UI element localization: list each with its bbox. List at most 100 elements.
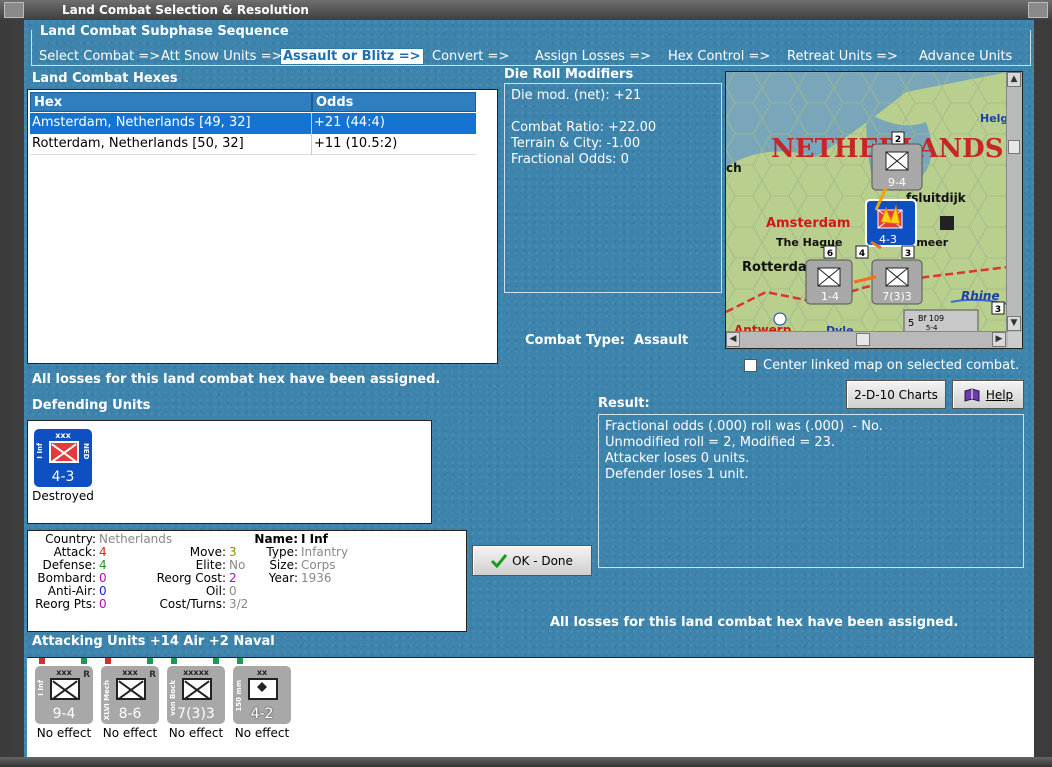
- map-horizontal-scroll-thumb[interactable]: [856, 333, 870, 346]
- map-unit-right-strength: 7(3)3: [882, 290, 912, 303]
- map-vertical-scrollbar[interactable]: ▲ ▼: [1006, 72, 1022, 332]
- losses-assigned-message-bottom: All losses for this land combat hex have…: [550, 615, 959, 630]
- attacking-units-panel: xxx I Inf R 9-4 No effect xxx XLVI Mech …: [27, 657, 1034, 757]
- map-horizontal-scrollbar[interactable]: ◀ ▶: [726, 331, 1008, 348]
- map-view[interactable]: NETHERLANDS Amsterdam The Hague Rotterda…: [726, 72, 1008, 332]
- scroll-left-icon[interactable]: ◀: [726, 332, 740, 347]
- defending-unit[interactable]: xxx I Inf NED 4-3 Destroyed: [32, 429, 94, 503]
- unit-status-led: [213, 658, 219, 664]
- map-terrain: NETHERLANDS Amsterdam The Hague Rotterda…: [726, 72, 1008, 332]
- charts-button-label: 2-D-10 Charts: [854, 387, 938, 402]
- map-unit-right-stack: 4: [859, 249, 865, 259]
- window-menu-button[interactable]: [4, 2, 24, 18]
- result-line: Unmodified roll = 2, Modified = 23.: [605, 435, 836, 450]
- attack-value: 4: [99, 545, 107, 559]
- unit-strength: 4-3: [51, 469, 75, 485]
- result-line: Fractional odds (.000) roll was (.000) -…: [605, 419, 883, 434]
- attacking-unit[interactable]: xxx XLVI Mech R 8-6 No effect: [99, 658, 161, 740]
- losses-assigned-message: All losses for this land combat hex have…: [32, 372, 441, 387]
- unit-tag: R: [83, 670, 90, 680]
- attacking-unit[interactable]: xxx I Inf R 9-4 No effect: [33, 658, 95, 740]
- defense-value: 4: [99, 558, 107, 572]
- center-map-checkbox[interactable]: [744, 359, 757, 372]
- infantry-symbol-icon: [49, 441, 79, 463]
- unit-size: xxx: [55, 431, 71, 440]
- step-att-snow-units[interactable]: Att Snow Units =>: [161, 49, 282, 64]
- hex-cell: Rotterdam, Netherlands [50, 32]: [30, 134, 312, 155]
- charts-button[interactable]: 2-D-10 Charts: [846, 380, 946, 409]
- unit-status: No effect: [36, 726, 92, 740]
- die-roll-modifiers-title: Die Roll Modifiers: [504, 67, 634, 82]
- step-select-combat[interactable]: Select Combat =>: [39, 49, 160, 64]
- defending-units-panel: xxx I Inf NED 4-3 Destroyed: [27, 420, 432, 524]
- scroll-up-icon[interactable]: ▲: [1007, 72, 1021, 87]
- window-bottom-edge: [0, 757, 1052, 767]
- col-header-hex[interactable]: Hex: [30, 92, 312, 112]
- step-assign-losses[interactable]: Assign Losses =>: [535, 49, 651, 64]
- infantry-symbol-icon: [50, 678, 80, 700]
- unit-nation: NED: [82, 443, 90, 460]
- ok-done-button[interactable]: OK - Done: [472, 545, 592, 576]
- map-unit-left-strength: 1-4: [821, 290, 839, 303]
- map-unit-br-stack: 5: [908, 318, 914, 329]
- unit-counter[interactable]: xxx XLVI Mech R 8-6: [101, 666, 159, 724]
- unit-status-led: [147, 658, 153, 664]
- fractional-odds: Fractional Odds: 0: [511, 152, 629, 167]
- step-assault-or-blitz[interactable]: Assault or Blitz =>: [280, 48, 424, 65]
- unit-name: I Inf: [37, 680, 45, 696]
- land-combat-hexes-list: Hex Odds Amsterdam, Netherlands [49, 32]…: [27, 89, 498, 364]
- attacking-units-title: Attacking Units +14 Air +2 Naval: [32, 634, 275, 649]
- unit-status-led: [81, 658, 87, 664]
- hex-cell: Amsterdam, Netherlands [49, 32]: [30, 113, 312, 134]
- linked-map[interactable]: NETHERLANDS Amsterdam The Hague Rotterda…: [725, 71, 1023, 349]
- defending-units-title: Defending Units: [32, 398, 151, 413]
- map-vertical-scroll-thumb[interactable]: [1008, 140, 1020, 154]
- help-button[interactable]: Help: [952, 380, 1024, 409]
- unit-name: I Inf: [36, 443, 44, 459]
- unit-counter[interactable]: xxx I Inf NED 4-3: [34, 429, 92, 487]
- unit-size: xxxxx: [183, 668, 209, 677]
- antiair-value: 0: [99, 584, 107, 598]
- elite-value: No: [229, 558, 246, 572]
- hq-symbol-icon: [182, 678, 212, 700]
- window-close-button[interactable]: [1028, 2, 1048, 18]
- name-value: I Inf: [301, 532, 328, 546]
- combat-type: Combat Type: Assault: [525, 333, 688, 348]
- unit-counter[interactable]: xxx I Inf R 9-4: [35, 666, 93, 724]
- terrain-city: Terrain & City: -1.00: [511, 136, 641, 151]
- center-map-checkbox-row[interactable]: Center linked map on selected combat.: [744, 358, 1019, 373]
- port-anchor-icon: [773, 312, 787, 326]
- attacking-unit[interactable]: xx 150 mm 4-2 No effect: [231, 658, 293, 740]
- unit-status: Destroyed: [32, 489, 94, 503]
- die-roll-modifiers-panel: Die mod. (net): +21 Combat Ratio: +22.00…: [504, 83, 722, 293]
- col-header-odds[interactable]: Odds: [312, 92, 476, 112]
- step-convert[interactable]: Convert =>: [432, 49, 509, 64]
- scroll-right-icon[interactable]: ▶: [992, 332, 1006, 347]
- odds-cell: +21 (44:4): [314, 115, 385, 130]
- hex-row-rotterdam[interactable]: Rotterdam, Netherlands [50, 32] +11 (10.…: [30, 134, 476, 155]
- country-value: Netherlands: [99, 532, 173, 546]
- type-value: Infantry: [301, 545, 349, 559]
- oil-value: 0: [229, 584, 237, 598]
- unit-counter[interactable]: xx 150 mm 4-2: [233, 666, 291, 724]
- map-unit-br-num: 3: [995, 305, 1001, 315]
- map-label-rhine: Rhine: [961, 289, 1000, 303]
- reorgpts-value: 0: [99, 597, 107, 611]
- unit-counter[interactable]: xxxxx von Bock 7(3)3: [167, 666, 225, 724]
- combat-type-label: Combat Type:: [525, 333, 625, 348]
- subphase-sequence-title: Land Combat Subphase Sequence: [38, 24, 291, 39]
- map-city-amsterdam: Amsterdam: [766, 216, 850, 231]
- step-retreat-units[interactable]: Retreat Units =>: [787, 49, 898, 64]
- window-title: Land Combat Selection & Resolution: [0, 0, 1052, 20]
- unit-status-led: [171, 658, 177, 664]
- help-book-icon: [964, 387, 980, 402]
- reorgcost-value: 2: [229, 571, 237, 585]
- scroll-down-icon[interactable]: ▼: [1007, 316, 1021, 331]
- step-advance-units[interactable]: Advance Units: [919, 49, 1012, 64]
- unit-status: No effect: [102, 726, 158, 740]
- attacking-unit[interactable]: xxxxx von Bock 7(3)3 No effect: [165, 658, 227, 740]
- unit-tag: R: [149, 670, 156, 680]
- step-hex-control[interactable]: Hex Control =>: [668, 49, 770, 64]
- hex-row-amsterdam[interactable]: Amsterdam, Netherlands [49, 32] +21 (44:…: [30, 113, 476, 134]
- costturns-value: 3/2: [229, 597, 249, 611]
